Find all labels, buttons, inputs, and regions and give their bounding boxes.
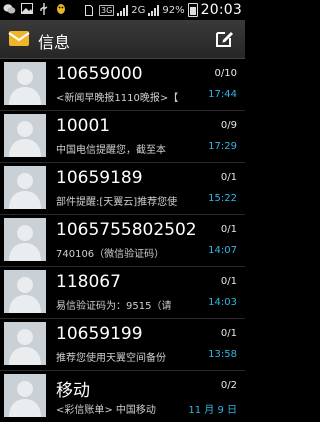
wechat-icon — [3, 2, 16, 15]
conversation-time: 17:29 — [208, 141, 237, 152]
image-icon — [20, 2, 33, 15]
message-count: 0/1 — [220, 224, 237, 235]
sim-icon — [83, 4, 96, 17]
conversation-time: 14:03 — [208, 297, 237, 308]
conversation-row[interactable]: 10659189 部件提醒:[天翼云]推荐您使 0/1 15:22 — [0, 163, 245, 215]
conversation-row[interactable]: 移动 <彩信账单> 中国移动 0/2 11 月 9 日 — [0, 371, 245, 422]
message-count: 0/1 — [220, 328, 237, 339]
conversation-name: 1065755802502 — [56, 220, 197, 240]
avatar — [4, 62, 46, 105]
network-1-badge: 3G — [98, 4, 115, 16]
conversation-name: 10001 — [56, 116, 111, 136]
message-count: 0/9 — [220, 120, 237, 131]
conversation-row[interactable]: 118067 易信验证码为：9515（请 0/1 14:03 — [0, 267, 245, 319]
avatar — [4, 374, 46, 417]
clock: 20:03 — [200, 2, 242, 18]
conversation-preview: 推荐您使用天翼空间备份 — [56, 353, 166, 364]
conversation-row[interactable]: 10659000 <新闻早晚报1110晚报>【 0/10 17:44 — [0, 59, 245, 111]
conversation-time: 15:22 — [208, 193, 237, 204]
conversation-name: 10659189 — [56, 168, 143, 188]
avatar — [4, 218, 46, 261]
message-count: 0/10 — [214, 68, 237, 79]
avatar — [4, 166, 46, 209]
conversation-preview: <新闻早晚报1110晚报>【 — [56, 93, 179, 104]
message-count: 0/1 — [220, 276, 237, 287]
conversation-name: 10659199 — [56, 324, 143, 344]
conversation-name: 10659000 — [56, 64, 143, 84]
conversation-preview: <彩信账单> 中国移动 — [56, 405, 156, 416]
conversation-time: 14:07 — [208, 245, 237, 256]
conversation-time: 13:58 — [208, 349, 237, 360]
envelope-icon — [8, 28, 30, 48]
signal-icon — [117, 4, 129, 16]
avatar — [4, 270, 46, 313]
conversation-preview: 易信验证码为：9515（请 — [56, 301, 172, 312]
conversation-row[interactable]: 10001 中国电信提醒您，截至本 0/9 17:29 — [0, 111, 245, 163]
conversation-row[interactable]: 10659199 推荐您使用天翼空间备份 0/1 13:58 — [0, 319, 245, 371]
conversation-name: 118067 — [56, 272, 121, 292]
compose-icon[interactable] — [215, 28, 235, 48]
message-count: 0/2 — [220, 380, 237, 391]
battery-percent: 92% — [162, 4, 185, 16]
battery-icon — [187, 3, 198, 17]
avatar — [4, 114, 46, 157]
app-header: 信息 — [0, 20, 245, 59]
conversation-preview: 部件提醒:[天翼云]推荐您使 — [56, 197, 178, 208]
usb-icon — [37, 2, 50, 15]
conversation-time: 11 月 9 日 — [188, 405, 237, 416]
conversation-row[interactable]: 1065755802502 740106（微信验证码） 0/1 14:07 — [0, 215, 245, 267]
signal-2-icon — [148, 4, 160, 16]
conversation-time: 17:44 — [208, 89, 237, 100]
conversation-name: 移动 — [56, 381, 90, 401]
qq-icon — [54, 2, 67, 15]
page-title: 信息 — [38, 33, 71, 52]
conversation-preview: 740106（微信验证码） — [56, 249, 165, 260]
status-bar: 3G 2G 92% 20:03 — [0, 0, 245, 20]
network-2-label: 2G — [131, 4, 146, 16]
message-count: 0/1 — [220, 172, 237, 183]
conversation-preview: 中国电信提醒您，截至本 — [56, 145, 166, 156]
avatar — [4, 322, 46, 365]
